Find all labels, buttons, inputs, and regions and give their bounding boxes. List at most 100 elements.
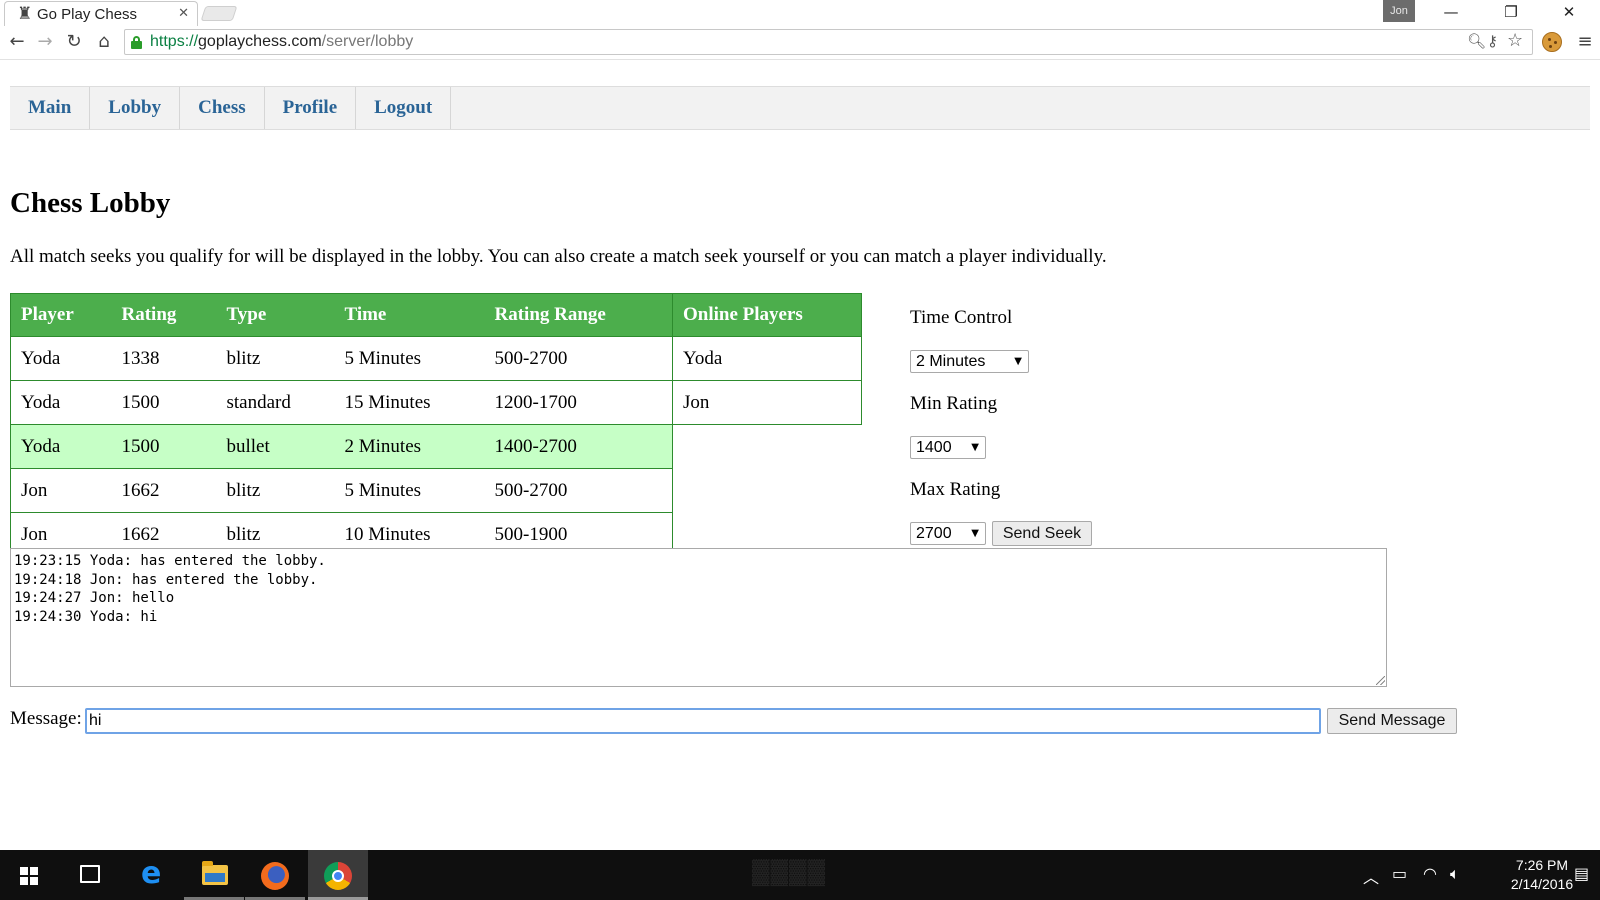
- min-rating-label: Min Rating: [910, 393, 998, 414]
- message-input[interactable]: hi: [85, 708, 1321, 734]
- chat-line: 19:23:15 Yoda: has entered the lobby.: [14, 553, 326, 569]
- menu-icon[interactable]: ≡: [1576, 30, 1594, 54]
- cell-rating: 1662: [111, 468, 217, 513]
- bookmark-star-icon[interactable]: ☆: [1507, 30, 1523, 51]
- seeks-table: Player Rating Type Time Rating Range Yod…: [10, 293, 673, 557]
- firefox-taskbar-button[interactable]: [245, 850, 305, 900]
- cell-rating-range: 500-2700: [484, 336, 673, 381]
- cookie-extension-icon[interactable]: [1542, 32, 1562, 52]
- dropdown-arrow-icon: ▼: [1014, 356, 1022, 367]
- nav-item-chess[interactable]: Chess: [180, 87, 265, 129]
- cell-type: blitz: [216, 468, 335, 513]
- wifi-icon[interactable]: ◠: [1423, 864, 1437, 883]
- lock-icon: [131, 36, 142, 49]
- table-row[interactable]: Jon 1662 blitz 5 Minutes 500-2700: [10, 468, 673, 513]
- cell-type: standard: [216, 380, 335, 425]
- seeks-header-row: Player Rating Type Time Rating Range: [10, 293, 673, 337]
- nav-item-logout[interactable]: Logout: [356, 87, 452, 129]
- taskbar: e ▓▓▓▓ ︿ ▭ ◠ 🔈︎ 7:26 PM 2/14/2016 ▤: [0, 850, 1600, 900]
- close-tab-icon[interactable]: ✕: [178, 6, 189, 21]
- volume-icon[interactable]: 🔈︎: [1450, 864, 1460, 884]
- reload-icon[interactable]: ↻: [62, 30, 86, 54]
- file-explorer-taskbar-button[interactable]: [184, 850, 244, 900]
- clock-time: 7:26 PM: [1515, 857, 1569, 873]
- forward-icon[interactable]: →: [33, 30, 57, 54]
- site-nav: Main Lobby Chess Profile Logout: [10, 86, 1590, 130]
- windows-logo-icon: [20, 867, 38, 885]
- chat-line: 19:24:27 Jon: hello: [14, 590, 175, 607]
- zoom-icon[interactable]: 🔍︎: [1467, 32, 1486, 50]
- cell-type: blitz: [216, 336, 335, 381]
- task-view-icon[interactable]: [80, 865, 100, 883]
- send-seek-button[interactable]: Send Seek: [992, 521, 1092, 546]
- key-icon[interactable]: ⚷: [1487, 32, 1498, 50]
- chat-log[interactable]: 19:23:15 Yoda: has entered the lobby. 19:…: [10, 548, 1387, 687]
- page-title: Chess Lobby: [10, 187, 171, 219]
- message-label: Message:: [10, 708, 82, 729]
- cell-time: 15 Minutes: [334, 380, 485, 425]
- cell-time: 2 Minutes: [334, 424, 485, 469]
- start-button[interactable]: [0, 850, 60, 900]
- dropdown-arrow-icon: ▼: [971, 442, 979, 453]
- max-rating-select[interactable]: 2700 ▼: [910, 522, 986, 545]
- chrome-taskbar-button[interactable]: [308, 850, 368, 900]
- cell-player: Jon: [10, 468, 112, 513]
- address-bar[interactable]: https://goplaychess.com/server/lobby 🔍︎ …: [124, 29, 1533, 55]
- column-header-time: Time: [334, 293, 485, 337]
- send-message-button[interactable]: Send Message: [1327, 708, 1457, 734]
- cell-time: 5 Minutes: [334, 468, 485, 513]
- back-icon[interactable]: ←: [5, 30, 29, 54]
- browser-tab-strip: ♜ Go Play Chess ✕ Jon — ❐ ✕: [0, 0, 1600, 26]
- browser-toolbar: ← → ↻ ⌂ https://goplaychess.com/server/l…: [0, 26, 1600, 60]
- min-rating-select[interactable]: 1400 ▼: [910, 436, 986, 459]
- time-control-select[interactable]: 2 Minutes ▼: [910, 350, 1029, 373]
- cell-time: 5 Minutes: [334, 336, 485, 381]
- cell-player: Yoda: [10, 424, 112, 469]
- folder-icon: [202, 861, 228, 885]
- dropdown-arrow-icon: ▼: [971, 528, 979, 539]
- cell-rating: 1500: [111, 380, 217, 425]
- show-hidden-icons-icon[interactable]: ︿: [1363, 864, 1379, 888]
- chat-line: 19:24:18 Jon: has entered the lobby.: [14, 571, 318, 588]
- cell-rating-range: 1200-1700: [484, 380, 673, 425]
- home-icon[interactable]: ⌂: [92, 30, 116, 54]
- clock-date: 2/14/2016: [1510, 876, 1574, 892]
- resize-handle-icon[interactable]: [1376, 676, 1385, 685]
- table-row[interactable]: Yoda 1338 blitz 5 Minutes 500-2700: [10, 336, 673, 381]
- tab-title: Go Play Chess: [37, 6, 138, 23]
- url-text: https://goplaychess.com/server/lobby: [150, 33, 414, 50]
- online-player-name: Yoda: [672, 336, 862, 381]
- nav-item-profile[interactable]: Profile: [265, 87, 357, 129]
- edge-taskbar-button[interactable]: e: [123, 850, 183, 900]
- cell-rating: 1338: [111, 336, 217, 381]
- cell-player: Yoda: [10, 336, 112, 381]
- column-header-online-players: Online Players: [672, 293, 862, 337]
- profile-button[interactable]: Jon: [1383, 0, 1415, 22]
- list-item[interactable]: Yoda: [672, 336, 862, 381]
- column-header-player: Player: [10, 293, 112, 337]
- restore-button[interactable]: ❐: [1486, 0, 1536, 24]
- action-center-icon[interactable]: ▤: [1574, 864, 1589, 883]
- cell-rating-range: 1400-2700: [484, 424, 673, 469]
- list-item[interactable]: Jon: [672, 380, 862, 425]
- column-header-rating-range: Rating Range: [484, 293, 673, 337]
- nav-item-lobby[interactable]: Lobby: [90, 87, 181, 129]
- column-header-type: Type: [216, 293, 335, 337]
- table-row-highlighted[interactable]: Yoda 1500 bullet 2 Minutes 1400-2700: [10, 424, 673, 469]
- clock[interactable]: 7:26 PM 2/14/2016: [1502, 856, 1582, 894]
- column-header-rating: Rating: [111, 293, 217, 337]
- page-content: Main Lobby Chess Profile Logout Chess Lo…: [0, 61, 1600, 850]
- cell-rating-range: 500-2700: [484, 468, 673, 513]
- time-control-label: Time Control: [910, 307, 1013, 328]
- browser-tab[interactable]: ♜ Go Play Chess ✕: [4, 1, 198, 26]
- new-tab-button[interactable]: [200, 6, 238, 21]
- firefox-icon: [261, 862, 289, 890]
- battery-icon[interactable]: ▭: [1392, 864, 1407, 883]
- cell-type: bullet: [216, 424, 335, 469]
- close-window-button[interactable]: ✕: [1544, 0, 1594, 24]
- nav-item-main[interactable]: Main: [10, 87, 91, 129]
- table-row[interactable]: Yoda 1500 standard 15 Minutes 1200-1700: [10, 380, 673, 425]
- online-players-table: Online Players Yoda Jon: [672, 293, 862, 425]
- minimize-button[interactable]: —: [1426, 0, 1476, 24]
- chat-line: 19:24:30 Yoda: hi: [14, 608, 158, 625]
